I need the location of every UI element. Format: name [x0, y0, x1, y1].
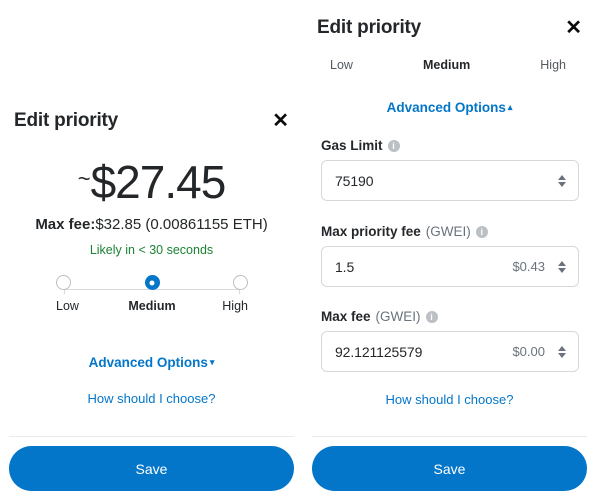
gas-limit-input[interactable]: 75190: [321, 160, 579, 201]
max-priority-fee-fiat: $0.43: [512, 259, 545, 274]
gas-limit-value: 75190: [335, 172, 374, 189]
gas-limit-label-text: Gas Limit: [321, 138, 383, 153]
priority-labels-advanced: Low Medium High: [330, 58, 566, 72]
save-button-advanced[interactable]: Save: [312, 446, 587, 491]
priority-label-low-advanced[interactable]: Low: [330, 58, 353, 72]
radio-medium[interactable]: [144, 275, 160, 290]
estimated-amount: ~$27.45: [0, 155, 303, 209]
priority-label-medium-advanced[interactable]: Medium: [423, 58, 470, 72]
info-icon-max-priority-fee[interactable]: i: [475, 225, 488, 238]
stepper-down-icon[interactable]: [558, 181, 566, 187]
max-fee-field-label: Max fee (GWEI) i: [321, 309, 579, 324]
close-icon[interactable]: ✕: [272, 111, 289, 131]
max-priority-fee-label: Max priority fee (GWEI) i: [321, 224, 579, 239]
max-fee-summary: Max fee:$32.85 (0.00861155 ETH): [0, 216, 303, 233]
priority-radio-group[interactable]: [56, 275, 248, 290]
stepper-up-icon[interactable]: [558, 174, 566, 180]
how-should-i-choose-link[interactable]: How should I choose?: [0, 391, 303, 406]
max-fee-fiat: $0.00: [512, 344, 545, 359]
left-footer: Save: [9, 436, 294, 500]
max-priority-fee-value: 1.5: [335, 258, 355, 275]
max-fee-field: Max fee (GWEI) i 92.121125579 $0.00: [321, 309, 579, 372]
stepper-gas-limit[interactable]: [556, 174, 568, 187]
stepper-up-icon[interactable]: [558, 260, 566, 266]
close-icon-advanced[interactable]: ✕: [565, 18, 582, 38]
page-title: Edit priority: [14, 110, 119, 131]
max-fee-unit: (GWEI): [375, 309, 421, 324]
priority-label-high[interactable]: High: [188, 299, 248, 313]
priority-label-high-advanced[interactable]: High: [540, 58, 566, 72]
eta-text: Likely in < 30 seconds: [89, 243, 214, 257]
chevron-up-icon: ▴: [507, 102, 513, 112]
edit-priority-dialog-collapsed: Edit priority ✕ ~$27.45 Max fee:$32.85 (…: [0, 0, 303, 500]
advanced-options-label-advanced: Advanced Options: [386, 100, 506, 115]
priority-labels: Low Medium High: [56, 299, 248, 313]
max-fee-label-text: Max fee: [321, 309, 371, 324]
max-fee-value-input: 92.121125579: [335, 343, 423, 360]
chevron-down-icon: ▾: [209, 357, 215, 367]
panel-divider: [303, 0, 304, 500]
priority-slider[interactable]: Low Medium High: [56, 275, 248, 313]
page-title-advanced: Edit priority: [317, 17, 422, 38]
stepper-down-icon[interactable]: [558, 352, 566, 358]
edit-priority-screenshot: Edit priority ✕ ~$27.45 Max fee:$32.85 (…: [0, 0, 596, 500]
amount-value: $27.45: [90, 156, 227, 208]
how-should-i-choose-link-advanced[interactable]: How should I choose?: [303, 392, 596, 407]
gas-limit-label: Gas Limit i: [321, 138, 579, 153]
stepper-max-fee[interactable]: [556, 345, 568, 358]
max-fee-input[interactable]: 92.121125579 $0.00: [321, 331, 579, 372]
priority-label-low[interactable]: Low: [56, 299, 116, 313]
max-fee-value: $32.85 (0.00861155 ETH): [95, 216, 268, 233]
priority-label-medium[interactable]: Medium: [122, 299, 182, 313]
advanced-options-toggle-advanced[interactable]: Advanced Options ▴: [303, 100, 596, 115]
max-priority-fee-unit: (GWEI): [425, 224, 471, 239]
info-icon-gas-limit[interactable]: i: [387, 139, 400, 152]
stepper-down-icon[interactable]: [558, 267, 566, 273]
stepper-up-icon[interactable]: [558, 345, 566, 351]
stepper-max-priority-fee[interactable]: [556, 260, 568, 273]
radio-high[interactable]: [233, 275, 248, 290]
left-dialog-header: Edit priority ✕: [14, 110, 289, 132]
advanced-options-label: Advanced Options: [88, 355, 208, 370]
radio-low[interactable]: [56, 275, 71, 290]
save-button[interactable]: Save: [9, 446, 294, 491]
right-footer: Save: [312, 436, 587, 500]
right-dialog-header: Edit priority ✕: [317, 17, 582, 39]
max-priority-fee-input[interactable]: 1.5 $0.43: [321, 246, 579, 287]
max-priority-fee-field: Max priority fee (GWEI) i 1.5 $0.43: [321, 224, 579, 287]
max-fee-label: Max fee:: [35, 216, 96, 233]
advanced-options-toggle[interactable]: Advanced Options ▾: [0, 355, 303, 370]
approx-symbol: ~: [77, 166, 91, 191]
info-icon-max-fee[interactable]: i: [425, 310, 438, 323]
max-priority-fee-label-text: Max priority fee: [321, 224, 421, 239]
gas-limit-field: Gas Limit i 75190: [321, 138, 579, 201]
